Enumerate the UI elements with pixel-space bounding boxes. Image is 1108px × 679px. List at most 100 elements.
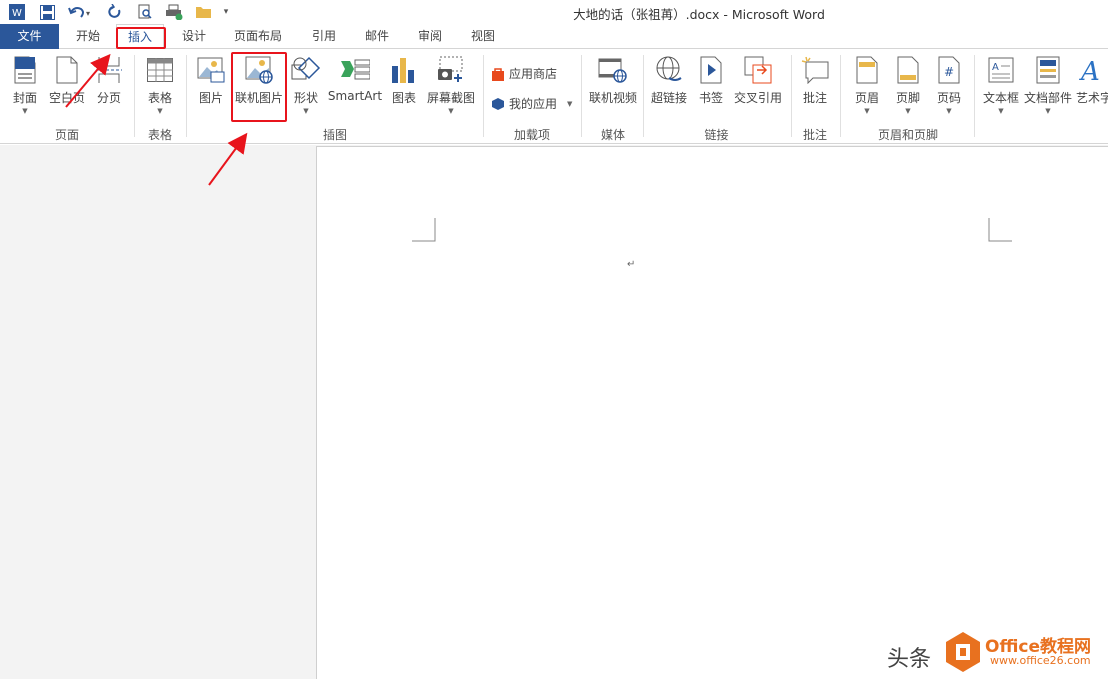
tab-mailings[interactable]: 邮件: [353, 24, 401, 49]
group-label-pages: 页面: [54, 128, 79, 142]
blank-page-label: 空白页: [48, 91, 85, 105]
svg-text:#: #: [944, 65, 954, 79]
blank-page-icon: [52, 55, 82, 85]
tab-review[interactable]: 审阅: [406, 24, 454, 49]
chevron-down-icon: ▼: [157, 107, 163, 115]
shapes-icon: [291, 55, 321, 85]
group-label-comments: 批注: [802, 128, 827, 142]
table-button[interactable]: 表格 ▼: [142, 55, 178, 115]
smartart-label: SmartArt: [327, 89, 383, 103]
comment-icon: [800, 55, 830, 85]
cross-reference-button[interactable]: 交叉引用: [732, 55, 784, 106]
tab-references[interactable]: 引用: [300, 24, 348, 49]
text-box-label: 文本框: [982, 91, 1019, 105]
comment-button[interactable]: 批注: [798, 55, 832, 106]
hyperlink-button[interactable]: 超链接: [649, 55, 689, 106]
screenshot-button[interactable]: 屏幕截图 ▼: [425, 55, 477, 115]
group-separator: [483, 55, 484, 137]
cover-page-button[interactable]: 封面 ▼: [8, 55, 42, 115]
page-break-icon: [94, 55, 124, 85]
chart-label: 图表: [391, 91, 416, 105]
text-box-icon: A: [986, 55, 1016, 85]
picture-icon: [196, 55, 226, 85]
page-number-button[interactable]: # 页码 ▼: [932, 55, 966, 115]
title-bar: W ▾ ▾ 大地的话（张祖苒）.docx - Microsoft Word: [0, 0, 1108, 24]
screenshot-icon: [436, 55, 466, 85]
smartart-button[interactable]: SmartArt: [327, 55, 383, 103]
group-separator: [186, 55, 187, 137]
chevron-down-icon: ▼: [1045, 107, 1051, 115]
cross-reference-icon: [743, 55, 773, 85]
cover-page-label: 封面: [12, 91, 37, 105]
chevron-down-icon: ▼: [905, 107, 911, 115]
blank-page-button[interactable]: 空白页: [46, 55, 88, 106]
group-label-addins: 加载项: [513, 128, 550, 142]
cross-reference-label: 交叉引用: [733, 91, 782, 105]
ribbon-insert: 封面 ▼ 空白页 分页 页面 表格 ▼ 表格 图片 联机图片 形状 ▼ Smar…: [0, 49, 1108, 144]
group-separator: [581, 55, 582, 137]
chevron-down-icon: ▼: [998, 107, 1004, 115]
group-label-header-footer: 页眉和页脚: [877, 128, 938, 142]
chevron-down-icon: ▼: [946, 107, 952, 115]
shapes-label: 形状: [293, 91, 318, 105]
wordart-label: 艺术字: [1076, 91, 1108, 105]
office-logo-icon: [946, 632, 980, 672]
pictures-button[interactable]: 图片: [194, 55, 228, 106]
window-title: 大地的话（张祖苒）.docx - Microsoft Word: [573, 7, 825, 22]
chart-icon: [389, 55, 419, 85]
group-separator: [974, 55, 975, 137]
tab-page-layout[interactable]: 页面布局: [226, 24, 290, 49]
margin-corner-top-left: [412, 218, 436, 242]
highlight-box-insert-tab: [116, 27, 166, 49]
table-label: 表格: [147, 91, 172, 105]
table-icon: [145, 55, 175, 85]
margin-corner-top-right: [988, 218, 1012, 242]
footer-button[interactable]: 页脚 ▼: [891, 55, 925, 115]
document-area: ↵: [0, 145, 1108, 679]
group-separator: [791, 55, 792, 137]
highlight-box-online-pictures: [231, 52, 287, 122]
tab-design[interactable]: 设计: [170, 24, 218, 49]
tab-home[interactable]: 开始: [64, 24, 112, 49]
header-button[interactable]: 页眉 ▼: [850, 55, 884, 115]
svg-text:A: A: [1079, 57, 1100, 84]
page-number-label: 页码: [936, 91, 961, 105]
wordart-button[interactable]: A 艺术字: [1076, 55, 1108, 106]
page-break-label: 分页: [96, 91, 121, 105]
footer-icon: [893, 55, 923, 85]
group-label-illustrations: 插图: [322, 128, 347, 142]
pictures-label: 图片: [198, 91, 223, 105]
chevron-down-icon: ▼: [567, 99, 573, 108]
screenshot-label: 屏幕截图: [426, 91, 475, 105]
paragraph-mark[interactable]: ↵: [627, 259, 635, 270]
group-separator: [134, 55, 135, 137]
store-button[interactable]: 应用商店: [491, 65, 557, 82]
bookmark-button[interactable]: 书签: [694, 55, 728, 106]
page-number-icon: #: [934, 55, 964, 85]
watermark-url: www.office26.com: [990, 654, 1091, 667]
watermark-prefix: 头条: [887, 647, 932, 672]
chart-button[interactable]: 图表: [388, 55, 420, 106]
my-apps-button[interactable]: 我的应用 ▼: [491, 95, 572, 112]
online-video-button[interactable]: 联机视频: [587, 55, 639, 106]
store-label: 应用商店: [509, 67, 558, 81]
store-icon: [492, 67, 504, 81]
group-label-links: 链接: [704, 128, 729, 142]
text-box-button[interactable]: A 文本框 ▼: [981, 55, 1021, 115]
shapes-button[interactable]: 形状 ▼: [289, 55, 323, 115]
quick-parts-label: 文档部件: [1024, 91, 1073, 105]
header-icon: [852, 55, 882, 85]
tab-file[interactable]: 文件: [0, 24, 59, 49]
page-break-button[interactable]: 分页: [92, 55, 126, 106]
document-page[interactable]: ↵: [316, 146, 1108, 679]
quick-parts-button[interactable]: 文档部件 ▼: [1024, 55, 1072, 115]
hyperlink-label: 超链接: [650, 91, 687, 105]
ribbon-tab-row: 文件 开始 插入 设计 页面布局 引用 邮件 审阅 视图: [0, 24, 1108, 50]
tab-view[interactable]: 视图: [459, 24, 507, 49]
header-label: 页眉: [854, 91, 879, 105]
chevron-down-icon: ▼: [22, 107, 28, 115]
group-label-media: 媒体: [600, 128, 625, 142]
chevron-down-icon: ▼: [864, 107, 870, 115]
group-separator: [840, 55, 841, 137]
chevron-down-icon: ▼: [303, 107, 309, 115]
